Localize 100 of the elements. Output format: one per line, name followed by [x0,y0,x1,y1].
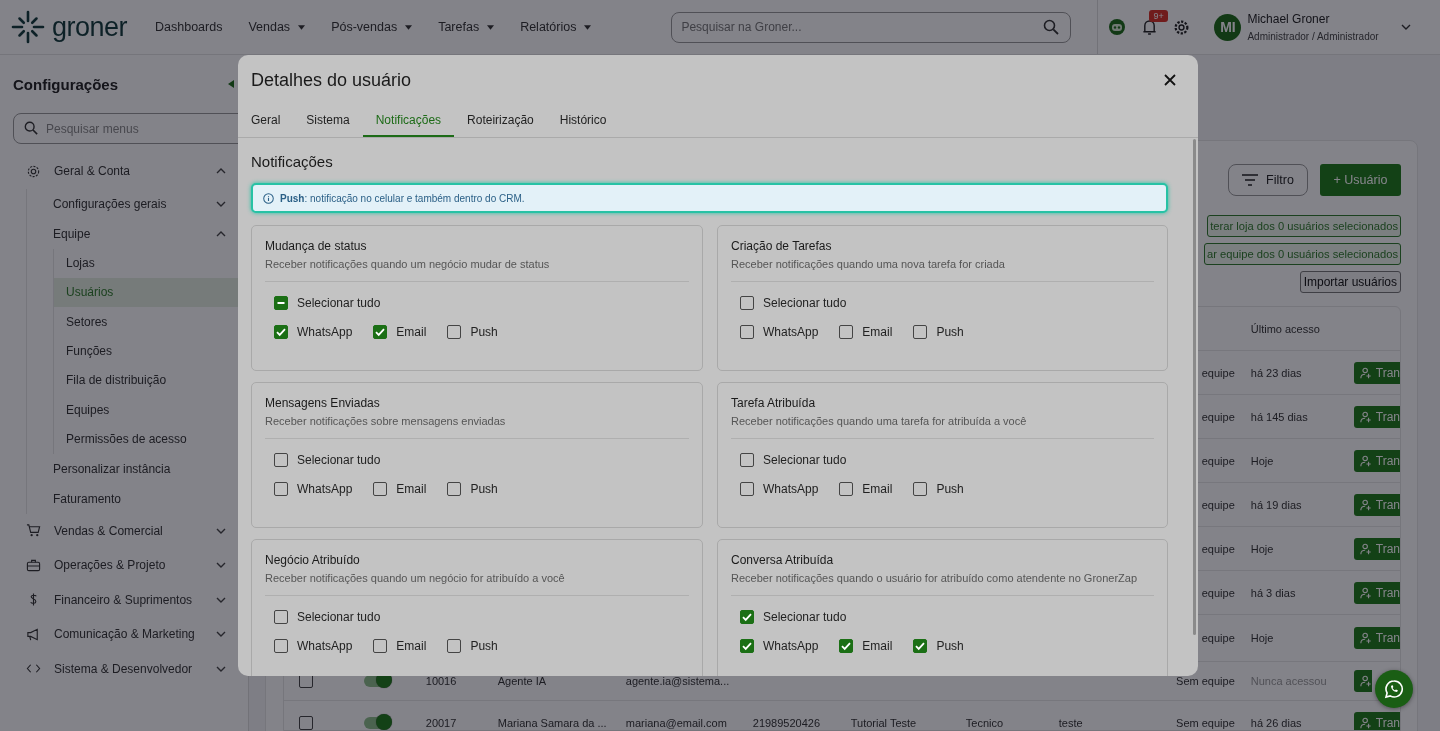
checkbox[interactable] [373,482,388,496]
menu-item[interactable]: Financeiro & Suprimentos [13,582,234,618]
checkmark-icon [741,611,753,623]
checkbox-label: Email [862,639,893,653]
checkbox[interactable] [274,482,288,496]
checkbox-label: Email [862,325,893,339]
tab[interactable]: Roteirização [454,105,547,137]
search-field[interactable]: Pesquisar na Groner... [671,11,1072,43]
chevron-down-icon [215,596,226,603]
caret-icon [298,24,306,30]
card-description: Receber notificações sobre mensagens enviadas [265,415,507,427]
checkbox[interactable] [839,639,854,653]
card-title: Tarefa Atribuída [731,396,817,410]
menu-item[interactable]: Comunicação & Marketing [13,617,234,652]
checkbox[interactable] [447,639,462,653]
table-cell-text: 20017 [424,716,458,729]
checkbox[interactable] [740,325,754,339]
menu-item[interactable]: Personalizar instância [27,453,234,484]
table-cell-text: há 19 dias [1249,498,1303,511]
info-icon [263,192,274,204]
menu-item[interactable]: Configurações gerais [27,188,234,219]
user-name: Michael Groner [1247,12,1331,26]
user-plus-icon [1359,716,1372,729]
settings-icon[interactable] [1173,18,1191,36]
checkbox-label: Push [936,639,964,653]
tab[interactable]: Histórico [546,105,620,137]
checkbox-label: WhatsApp [297,482,353,496]
checkbox[interactable] [274,453,288,467]
transfer-button[interactable]: Tran [1353,627,1400,649]
checkbox[interactable] [447,482,462,496]
transfer-button[interactable]: Tran [1353,361,1400,384]
chevron-down-icon [1401,24,1412,30]
user-plus-icon [1359,454,1372,467]
checkbox[interactable] [298,715,313,730]
checkbox[interactable] [740,482,754,496]
checkbox[interactable] [839,325,854,339]
transfer-button[interactable]: Tran [1353,449,1400,472]
user-plus-icon [1359,632,1372,644]
checkbox[interactable] [373,325,388,339]
checkbox[interactable] [740,453,754,467]
transfer-button[interactable]: Tran [1353,537,1400,560]
caret-icon [584,24,592,30]
checkbox-label: Email [396,325,427,339]
table-cell-text: Hoje [1249,542,1275,555]
table-cell-text: Sem equipe [1175,675,1236,687]
checkbox[interactable] [274,325,288,339]
table-cell-text: 10016 [424,675,458,687]
checkbox[interactable] [913,482,928,496]
tab[interactable]: Sistema [293,105,363,137]
checkbox[interactable] [913,325,928,339]
megaphone-icon [26,626,41,642]
menu-item[interactable]: Geral & Conta [13,154,234,189]
checkbox[interactable] [373,639,388,653]
tab[interactable]: Notificações [362,105,455,137]
checkbox[interactable] [913,639,928,653]
filter-button[interactable]: Filtro [1228,164,1308,196]
checkbox[interactable] [740,296,754,310]
bulk-action-button[interactable]: terar loja dos 0 usuários selecionados [1207,215,1401,237]
scrollbar[interactable] [1193,139,1196,635]
checkbox[interactable] [740,610,754,624]
nav-menu[interactable]: Tarefas [428,14,505,40]
toggle-switch[interactable] [363,716,390,729]
nav-menu[interactable]: Dashboards [145,14,233,40]
menu-item[interactable]: Faturamento [27,483,234,514]
chevron-down-icon [215,527,226,534]
checkbox-label: Email [396,482,427,496]
checkbox-label: WhatsApp [763,482,819,496]
nav-menu[interactable]: Vendas [238,14,316,40]
transfer-button[interactable] [1353,670,1372,692]
transfer-button[interactable]: Tran [1353,711,1400,730]
bell-icon[interactable] [1142,18,1158,36]
checkbox[interactable] [274,639,288,653]
transfer-button[interactable]: Tran [1353,493,1400,516]
menu-item[interactable]: Equipe [27,218,234,249]
chevron-up-icon [215,230,226,237]
whatsapp-icon [1384,679,1404,699]
checkbox[interactable] [274,296,288,310]
menu-item[interactable]: Vendas & Comercial [13,513,234,549]
table-cell-text: há 23 dias [1249,366,1303,379]
user-plus-icon [1359,675,1372,687]
menu-item[interactable]: Operações & Projeto [13,548,234,583]
card-title: Mudança de status [265,239,368,253]
transfer-button[interactable]: Tran [1353,581,1400,604]
checkbox[interactable] [839,482,854,496]
checkbox[interactable] [740,639,754,653]
add-user-button[interactable]: + Usuário [1320,164,1401,196]
nav-menu[interactable]: Pós-vendas [321,14,423,40]
transfer-button[interactable]: Tran [1353,405,1400,428]
import-button[interactable]: Importar usuários [1299,271,1401,293]
checkbox[interactable] [447,325,462,339]
robot-icon[interactable] [1108,18,1127,36]
collapse-icon[interactable] [227,80,234,88]
user-avatar[interactable]: MI [1214,13,1242,41]
menu-item[interactable]: Sistema & Desenvolvedor [13,651,234,687]
checkmark-icon [914,640,927,652]
bulk-action-button[interactable]: ar equipe dos 0 usuários selecionados [1204,243,1401,265]
nav-menu[interactable]: Relatórios [510,14,602,40]
checkmark-icon [374,326,387,338]
checkbox[interactable] [274,610,288,624]
table-cell-text: Mariana Samara da ... [496,716,608,729]
